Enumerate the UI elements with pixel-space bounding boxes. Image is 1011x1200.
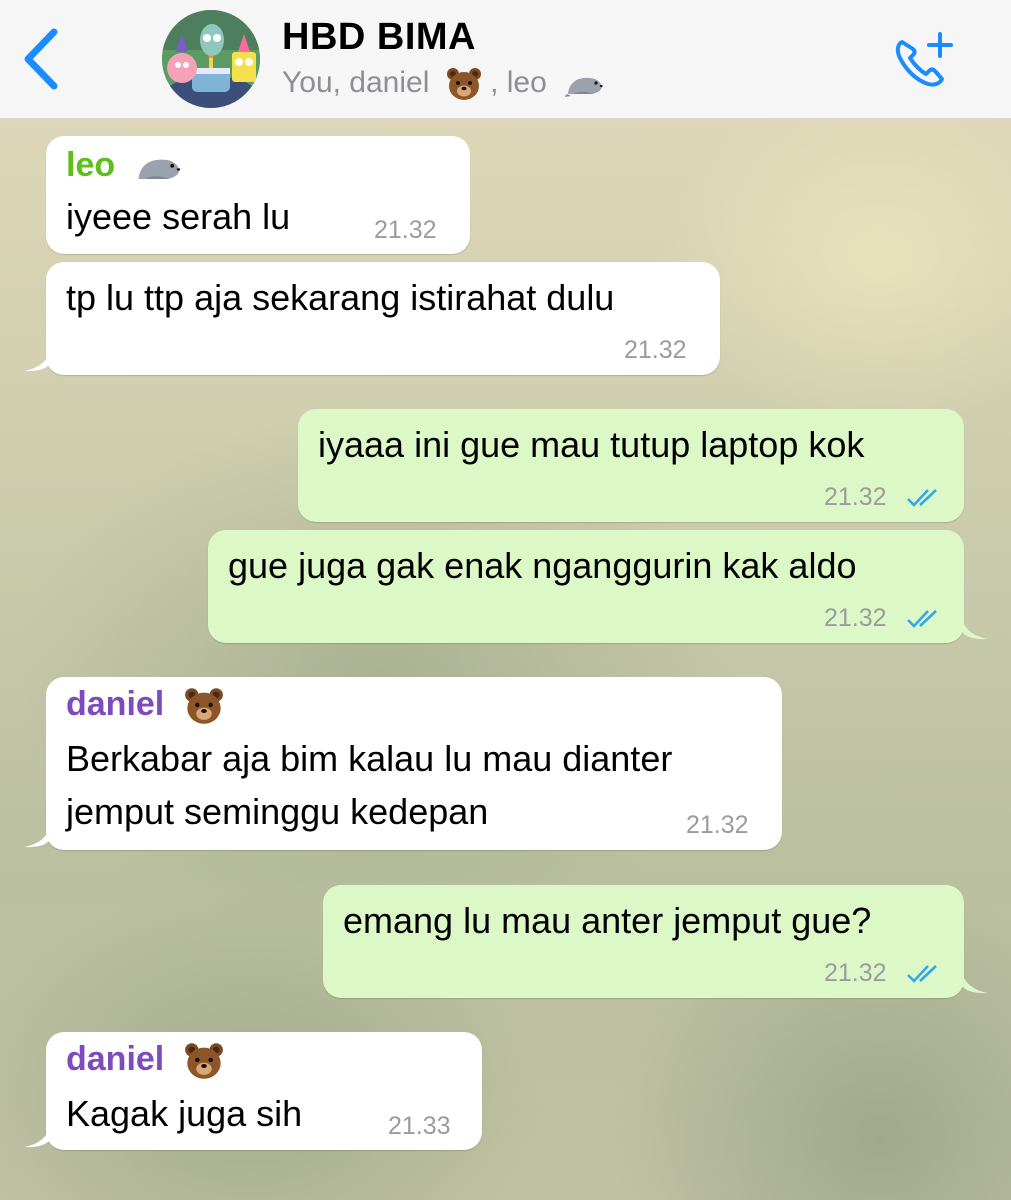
group-members[interactable]: You, daniel , leo (282, 66, 605, 101)
bubble-tail (24, 1126, 50, 1148)
bear-emoji-icon (446, 68, 481, 101)
message-text: Kagak juga sih (66, 1093, 303, 1134)
bear-emoji-icon (184, 1043, 223, 1079)
bubble-tail (24, 350, 50, 372)
group-title[interactable]: HBD BIMA (282, 16, 476, 59)
seal-emoji-icon (138, 159, 180, 180)
seal-emoji-icon (565, 77, 603, 97)
message-text-line-2: jemput seminggu kedepan (66, 791, 489, 832)
message-bubble-incoming[interactable]: daniel Kagak juga sih 21.33 (46, 1032, 482, 1150)
sender-name: daniel (66, 685, 224, 725)
sender-label: daniel (66, 1040, 165, 1078)
bear-emoji-icon (184, 688, 223, 724)
back-button[interactable] (18, 26, 68, 92)
chevron-left-icon (24, 28, 58, 90)
message-time: 21.32 (824, 604, 887, 632)
message-bubble-outgoing[interactable]: emang lu mau anter jemput gue? 21.32 (323, 885, 964, 998)
message-text: emang lu mau anter jemput gue? (343, 900, 872, 941)
message-time: 21.32 (824, 959, 887, 987)
bubble-tail (24, 826, 50, 848)
read-receipt-icon (907, 610, 937, 628)
chat-header: HBD BIMA You, daniel , leo (0, 0, 1011, 119)
sender-label: daniel (66, 685, 165, 723)
message-text-line-1: Berkabar aja bim kalau lu mau dianter (66, 738, 673, 779)
sender-label: leo (66, 146, 116, 184)
message-text: iyeee serah lu (66, 196, 291, 237)
sender-name: daniel (66, 1040, 224, 1080)
message-time: 21.32 (624, 336, 687, 364)
read-receipt-icon (907, 489, 937, 507)
members-text-2: , leo (490, 66, 547, 99)
group-avatar[interactable] (162, 10, 260, 108)
message-text: iyaaa ini gue mau tutup laptop kok (318, 424, 865, 465)
message-text: gue juga gak enak nganggurin kak aldo (228, 545, 857, 586)
message-time: 21.32 (824, 483, 887, 511)
phone-add-icon (895, 32, 953, 87)
message-time: 21.32 (686, 811, 749, 839)
message-bubble-outgoing[interactable]: iyaaa ini gue mau tutup laptop kok 21.32 (298, 409, 964, 522)
add-call-button[interactable] (888, 28, 960, 92)
read-receipt-icon (907, 965, 937, 983)
message-bubble-outgoing[interactable]: gue juga gak enak nganggurin kak aldo 21… (208, 530, 964, 643)
members-text: You, daniel (282, 66, 430, 99)
message-bubble-incoming[interactable]: tp lu ttp aja sekarang istirahat dulu 21… (46, 262, 720, 375)
sender-name: leo (66, 146, 183, 185)
bubble-tail (962, 618, 988, 640)
message-text: tp lu ttp aja sekarang istirahat dulu (66, 277, 615, 318)
message-time: 21.32 (374, 216, 437, 244)
message-bubble-incoming[interactable]: leo iyeee serah lu 21.32 (46, 136, 470, 254)
message-bubble-incoming[interactable]: daniel Berkabar aja bim kalau lu mau dia… (46, 677, 782, 850)
message-time: 21.33 (388, 1112, 451, 1140)
bubble-tail (962, 972, 988, 994)
